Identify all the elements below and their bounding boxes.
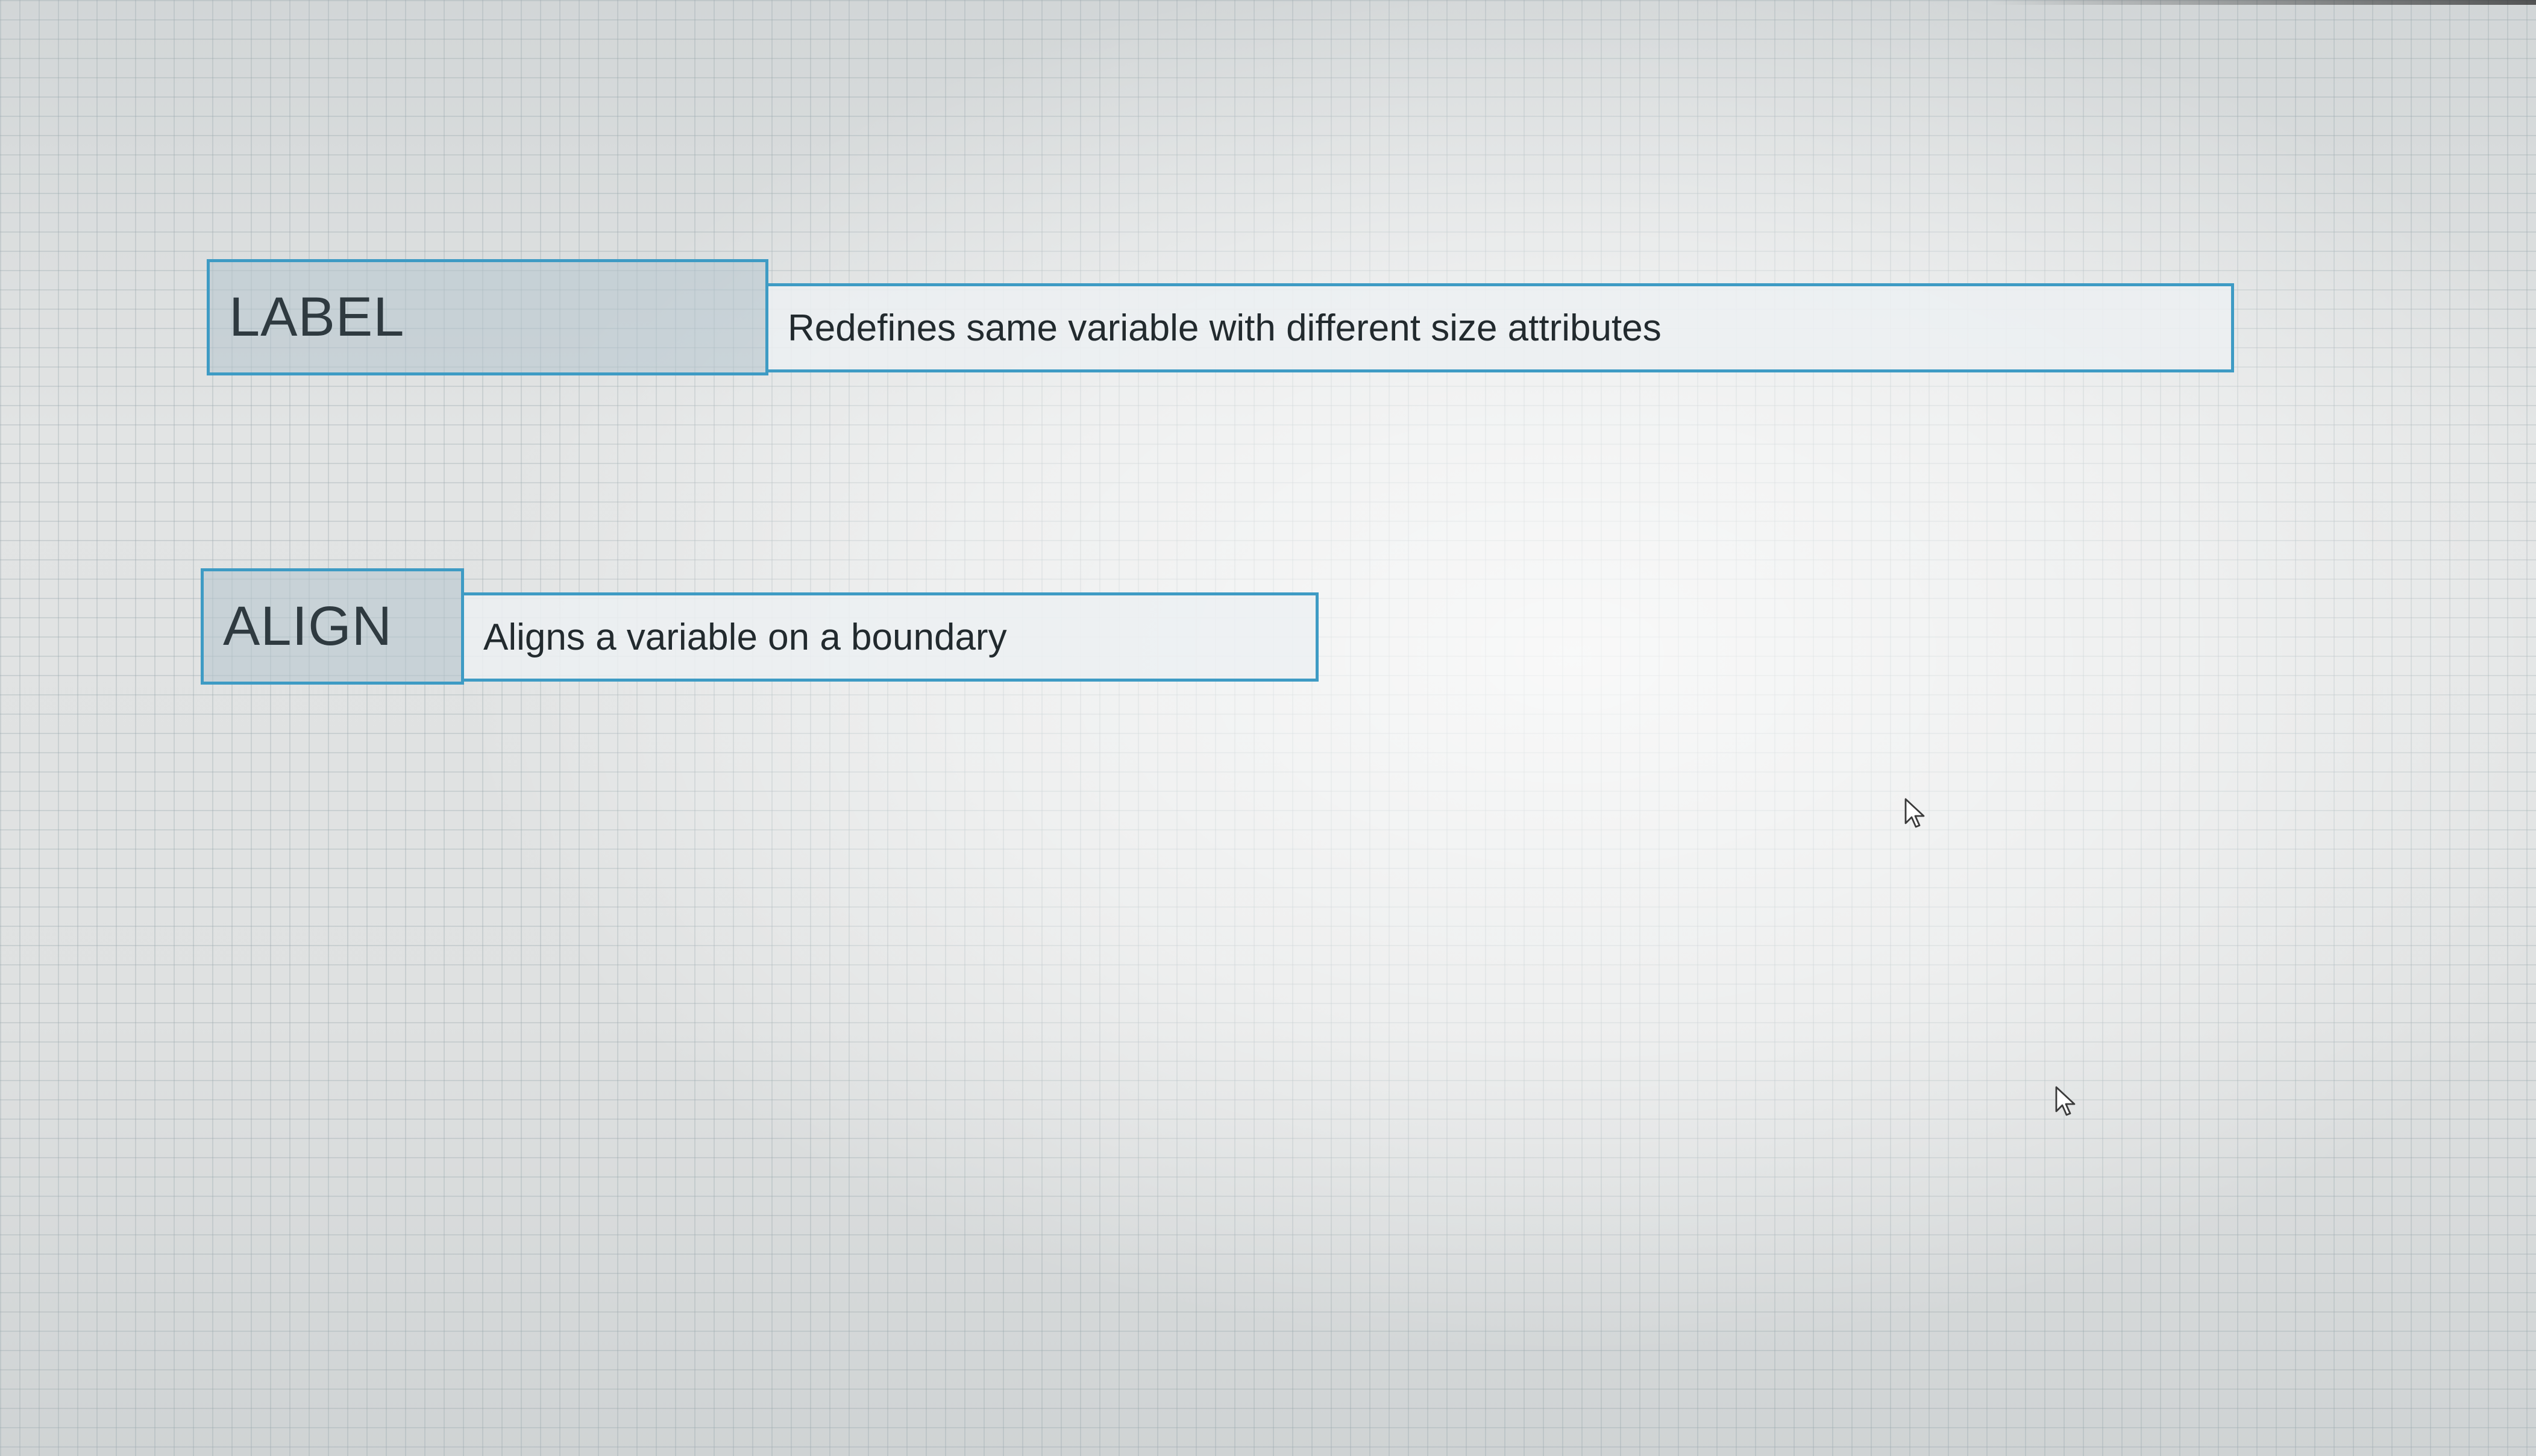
term-key-box: LABEL — [207, 259, 768, 375]
mouse-pointer-icon — [1904, 798, 1925, 828]
mouse-pointer-icon — [2055, 1086, 2076, 1116]
term-definition-box: Aligns a variable on a boundary — [464, 592, 1319, 682]
slide-canvas: LABEL Redefines same variable with diffe… — [0, 0, 2536, 1456]
term-row-label: LABEL Redefines same variable with diffe… — [207, 259, 2234, 375]
term-row-align: ALIGN Aligns a variable on a boundary — [201, 568, 1319, 685]
term-definition-box: Redefines same variable with different s… — [768, 283, 2234, 372]
term-key-box: ALIGN — [201, 568, 464, 685]
screen-edge-shadow — [1989, 0, 2536, 5]
